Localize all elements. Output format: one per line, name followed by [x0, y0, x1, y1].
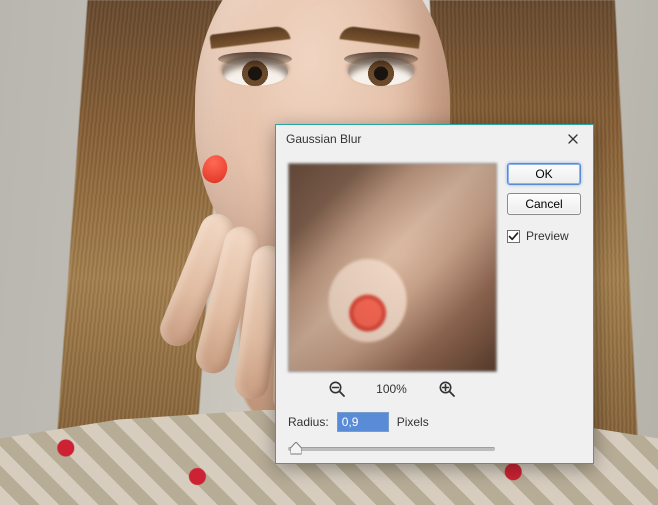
zoom-in-icon [438, 380, 456, 398]
check-icon [508, 231, 519, 242]
slider-track [288, 447, 495, 451]
dialog-titlebar[interactable]: Gaussian Blur [276, 125, 593, 153]
radius-slider[interactable] [288, 440, 495, 456]
filter-preview[interactable] [288, 163, 497, 372]
close-button[interactable] [559, 129, 587, 149]
zoom-out-icon [328, 380, 346, 398]
preview-toggle-row: Preview [507, 229, 581, 243]
eye [348, 58, 414, 86]
cancel-button[interactable]: Cancel [507, 193, 581, 215]
close-icon [568, 134, 578, 144]
preview-checkbox-label: Preview [526, 229, 569, 243]
zoom-percent: 100% [372, 382, 412, 396]
preview-checkbox[interactable] [507, 230, 520, 243]
dialog-body: 100% Radius: Pixels [276, 153, 593, 463]
slider-thumb[interactable] [291, 442, 302, 455]
ok-button[interactable]: OK [507, 163, 581, 185]
radius-row: Radius: Pixels [288, 412, 495, 432]
dialog-title: Gaussian Blur [286, 132, 361, 146]
zoom-in-button[interactable] [438, 380, 456, 398]
zoom-controls: 100% [288, 380, 495, 398]
dialog-button-column: OK Cancel Preview [507, 163, 581, 243]
radius-unit: Pixels [397, 415, 429, 429]
eye [222, 58, 288, 86]
radius-label: Radius: [288, 415, 329, 429]
radius-input[interactable] [337, 412, 389, 432]
gaussian-blur-dialog: Gaussian Blur 100% [275, 124, 594, 464]
zoom-out-button[interactable] [328, 380, 346, 398]
slider-thumb-icon [291, 442, 302, 455]
